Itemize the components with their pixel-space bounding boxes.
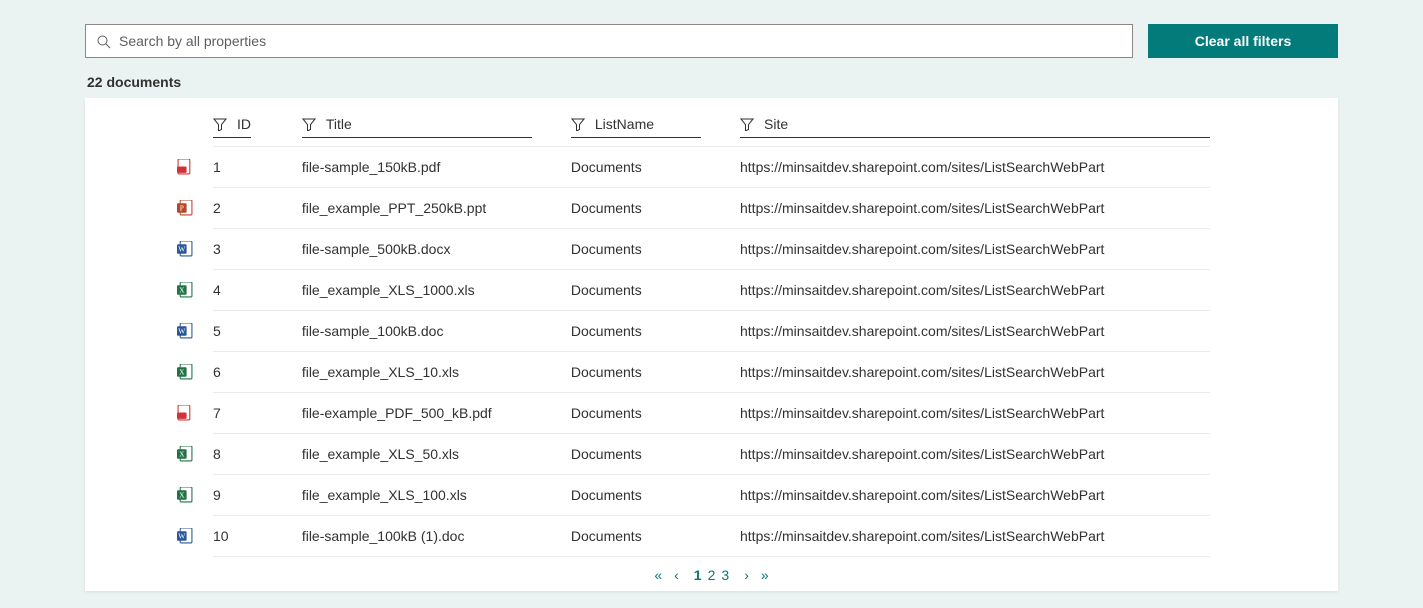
cell-id: 9 [213,475,302,516]
cell-title: file_example_XLS_100.xls [302,475,571,516]
ppt-file-icon [177,200,193,216]
cell-listname: Documents [571,352,740,393]
column-label: ID [237,116,251,132]
filter-icon [571,118,585,131]
cell-title: file_example_XLS_1000.xls [302,270,571,311]
table-row[interactable]: 10file-sample_100kB (1).docDocumentshttp… [213,516,1210,557]
cell-site: https://minsaitdev.sharepoint.com/sites/… [740,475,1210,516]
cell-site: https://minsaitdev.sharepoint.com/sites/… [740,516,1210,557]
page-first-button[interactable]: « [651,567,665,583]
page-number-button[interactable]: 2 [705,567,719,583]
cell-site: https://minsaitdev.sharepoint.com/sites/… [740,229,1210,270]
cell-listname: Documents [571,475,740,516]
cell-site: https://minsaitdev.sharepoint.com/sites/… [740,434,1210,475]
cell-site: https://minsaitdev.sharepoint.com/sites/… [740,393,1210,434]
cell-title: file_example_XLS_50.xls [302,434,571,475]
table-row[interactable]: 3file-sample_500kB.docxDocumentshttps://… [213,229,1210,270]
cell-title: file-sample_100kB (1).doc [302,516,571,557]
cell-title: file-sample_150kB.pdf [302,147,571,188]
filter-icon [740,118,754,131]
doc-file-icon [177,323,193,339]
column-label: Title [326,116,352,132]
cell-listname: Documents [571,147,740,188]
cell-listname: Documents [571,516,740,557]
pdf-file-icon [177,159,193,175]
page-last-button[interactable]: » [758,567,772,583]
cell-listname: Documents [571,393,740,434]
cell-listname: Documents [571,311,740,352]
cell-id: 2 [213,188,302,229]
cell-id: 10 [213,516,302,557]
doc-file-icon [177,528,193,544]
xls-file-icon [177,282,193,298]
xls-file-icon [177,446,193,462]
table-row[interactable]: 8file_example_XLS_50.xlsDocumentshttps:/… [213,434,1210,475]
column-header-id[interactable]: ID [213,116,251,138]
cell-title: file-example_PDF_500_kB.pdf [302,393,571,434]
pdf-file-icon [177,405,193,421]
page-number-button[interactable]: 1 [691,567,705,583]
search-input[interactable] [119,33,1122,49]
table-row[interactable]: 1file-sample_150kB.pdfDocumentshttps://m… [213,147,1210,188]
table-row[interactable]: 9file_example_XLS_100.xlsDocumentshttps:… [213,475,1210,516]
cell-id: 5 [213,311,302,352]
results-card: ID Title ListName [85,98,1338,591]
page-prev-button[interactable]: ‹ [671,567,682,583]
column-label: Site [764,116,788,132]
xls-file-icon [177,487,193,503]
column-header-title[interactable]: Title [302,116,532,138]
cell-title: file_example_PPT_250kB.ppt [302,188,571,229]
results-table: ID Title ListName [213,98,1210,557]
document-count: 22 documents [85,74,1338,90]
search-box[interactable] [85,24,1133,58]
cell-site: https://minsaitdev.sharepoint.com/sites/… [740,188,1210,229]
cell-site: https://minsaitdev.sharepoint.com/sites/… [740,147,1210,188]
docx-file-icon [177,241,193,257]
column-header-listname[interactable]: ListName [571,116,701,138]
filter-icon [213,118,227,131]
cell-listname: Documents [571,229,740,270]
cell-title: file-sample_500kB.docx [302,229,571,270]
column-header-site[interactable]: Site [740,116,1210,138]
cell-site: https://minsaitdev.sharepoint.com/sites/… [740,352,1210,393]
page-number-button[interactable]: 3 [718,567,732,583]
cell-listname: Documents [571,434,740,475]
table-row[interactable]: 6file_example_XLS_10.xlsDocumentshttps:/… [213,352,1210,393]
cell-id: 4 [213,270,302,311]
xls-file-icon [177,364,193,380]
cell-listname: Documents [571,188,740,229]
search-icon [96,34,111,49]
table-row[interactable]: 5file-sample_100kB.docDocumentshttps://m… [213,311,1210,352]
clear-all-filters-button[interactable]: Clear all filters [1148,24,1338,58]
cell-id: 3 [213,229,302,270]
cell-listname: Documents [571,270,740,311]
cell-id: 1 [213,147,302,188]
cell-title: file_example_XLS_10.xls [302,352,571,393]
page-next-button[interactable]: › [741,567,752,583]
cell-id: 6 [213,352,302,393]
cell-id: 8 [213,434,302,475]
table-row[interactable]: 4file_example_XLS_1000.xlsDocumentshttps… [213,270,1210,311]
table-row[interactable]: 2file_example_PPT_250kB.pptDocumentshttp… [213,188,1210,229]
cell-title: file-sample_100kB.doc [302,311,571,352]
filter-icon [302,118,316,131]
cell-id: 7 [213,393,302,434]
cell-site: https://minsaitdev.sharepoint.com/sites/… [740,311,1210,352]
pagination: « ‹ 123 › » [85,557,1338,585]
column-label: ListName [595,116,654,132]
table-row[interactable]: 7file-example_PDF_500_kB.pdfDocumentshtt… [213,393,1210,434]
cell-site: https://minsaitdev.sharepoint.com/sites/… [740,270,1210,311]
